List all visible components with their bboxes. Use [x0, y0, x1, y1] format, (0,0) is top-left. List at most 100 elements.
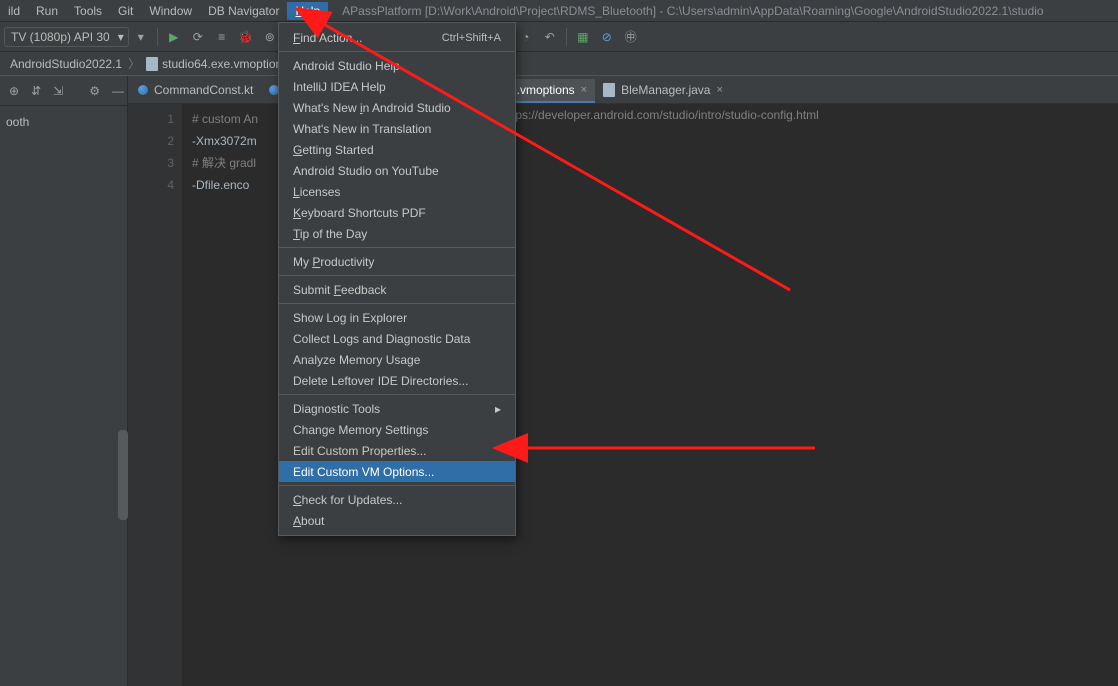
menu-item[interactable]: Tip of the Day: [279, 223, 515, 244]
file-icon: [146, 57, 158, 71]
menu-item-label: Diagnostic Tools: [293, 402, 380, 416]
breadcrumb-separator: 〉: [128, 55, 140, 72]
project-sidebar: ⊕ ⇵ ⇲ ⚙ — ooth: [0, 76, 128, 686]
target-icon[interactable]: ⊕: [9, 82, 19, 100]
code-url-comment: https://developer.android.com/studio/int…: [502, 104, 819, 126]
line-number: 3: [128, 152, 174, 174]
menu-item-label: My Productivity: [293, 255, 374, 269]
menu-item-label: Keyboard Shortcuts PDF: [293, 206, 426, 220]
main-area: ⊕ ⇵ ⇲ ⚙ — ooth CommandConst.ktpBluetooth…: [0, 76, 1118, 686]
editor-tab[interactable]: BleManager.java ×: [595, 79, 731, 103]
shortcut-label: Ctrl+Shift+A: [442, 32, 501, 44]
menu-ild[interactable]: ild: [0, 2, 28, 20]
menu-item[interactable]: Edit Custom VM Options...: [279, 461, 515, 482]
menu-item[interactable]: Getting Started: [279, 139, 515, 160]
main-toolbar: TV (1080p) API 30 ▾ ▶ ⟳ ≡ 🐞 ⊚ ⛉ ↗ ▭ ◔ ↶ …: [0, 22, 1118, 52]
undo-icon[interactable]: ↶: [541, 28, 559, 46]
menu-item-label: Tip of the Day: [293, 227, 367, 241]
scrollbar-thumb[interactable]: [118, 430, 128, 520]
sidebar-body: ooth: [0, 106, 127, 686]
close-icon[interactable]: ×: [716, 84, 722, 96]
menu-item-label: Find Action...: [293, 31, 362, 45]
help-dropdown: Find Action... Ctrl+Shift+A Android Studio…: [278, 22, 516, 536]
line-gutter: 1234: [128, 104, 182, 686]
menu-item[interactable]: Keyboard Shortcuts PDF: [279, 202, 515, 223]
menu-item[interactable]: My Productivity: [279, 251, 515, 272]
menu-item-label: Collect Logs and Diagnostic Data: [293, 332, 470, 346]
menu-window[interactable]: Window: [141, 2, 200, 20]
close-icon[interactable]: ×: [581, 84, 587, 96]
tab-label: BleManager.java: [621, 83, 710, 97]
gradle-icon[interactable]: ▦: [574, 28, 592, 46]
menu-bar: ildRunToolsGitWindowDB NavigatorHelp APa…: [0, 0, 1118, 22]
menu-item-label: Edit Custom Properties...: [293, 444, 426, 458]
collapse-icon[interactable]: ⇵: [31, 82, 41, 100]
device-selector-label: TV (1080p) API 30: [11, 30, 110, 44]
menu-item-label: Android Studio Help: [293, 59, 400, 73]
menu-item[interactable]: Change Memory Settings: [279, 419, 515, 440]
stop-icon[interactable]: ⊘: [598, 28, 616, 46]
menu-git[interactable]: Git: [110, 2, 141, 20]
menu-item[interactable]: Submit Feedback: [279, 279, 515, 300]
apply-changes-icon[interactable]: ⟳: [189, 28, 207, 46]
editor-tab[interactable]: CommandConst.kt: [130, 79, 261, 103]
line-number: 1: [128, 108, 174, 130]
menu-item[interactable]: Diagnostic Tools▸: [279, 398, 515, 419]
profiler-icon[interactable]: ⊚: [261, 28, 279, 46]
window-title-path: APassPlatform [D:\Work\Android\Project\R…: [342, 4, 1043, 18]
breadcrumb: AndroidStudio2022.1 〉 studio64.exe.vmopt…: [0, 52, 1118, 76]
editor-body: 1234 https://developer.android.com/studi…: [128, 104, 1118, 686]
hide-icon[interactable]: —: [112, 82, 124, 100]
menu-separator: [279, 51, 515, 52]
menu-item[interactable]: Android Studio on YouTube: [279, 160, 515, 181]
menu-item[interactable]: Show Log in Explorer: [279, 307, 515, 328]
menu-separator: [279, 247, 515, 248]
translate-icon[interactable]: ㊥: [622, 28, 640, 46]
menu-item-label: Change Memory Settings: [293, 423, 428, 437]
dropdown-arrow-icon[interactable]: ▾: [132, 28, 150, 46]
menu-item-label: What's New in Translation: [293, 122, 431, 136]
menu-item-label: About: [293, 514, 324, 528]
menu-item[interactable]: Collect Logs and Diagnostic Data: [279, 328, 515, 349]
menu-help[interactable]: Help: [287, 2, 328, 20]
debug-step-icon[interactable]: ≡: [213, 28, 231, 46]
tab-label: CommandConst.kt: [154, 83, 253, 97]
menu-item[interactable]: Check for Updates...: [279, 489, 515, 510]
menu-item-label: Delete Leftover IDE Directories...: [293, 374, 468, 388]
menu-item-label: Getting Started: [293, 143, 374, 157]
menu-tools[interactable]: Tools: [66, 2, 110, 20]
toolbar-separator: [157, 28, 158, 46]
menu-item[interactable]: Analyze Memory Usage: [279, 349, 515, 370]
toolbar-separator: [566, 28, 567, 46]
menu-db-navigator[interactable]: DB Navigator: [200, 2, 287, 20]
menu-separator: [279, 303, 515, 304]
line-number: 2: [128, 130, 174, 152]
expand-icon[interactable]: ⇲: [53, 82, 63, 100]
menu-item[interactable]: Edit Custom Properties...: [279, 440, 515, 461]
breadcrumb-item[interactable]: AndroidStudio2022.1: [6, 57, 126, 71]
menu-item[interactable]: IntelliJ IDEA Help: [279, 76, 515, 97]
menu-item-label: IntelliJ IDEA Help: [293, 80, 386, 94]
menu-item[interactable]: Delete Leftover IDE Directories...: [279, 370, 515, 391]
menu-item-label: Analyze Memory Usage: [293, 353, 420, 367]
clock-icon[interactable]: ◔: [517, 28, 535, 46]
menu-item[interactable]: About: [279, 510, 515, 531]
menu-item[interactable]: Android Studio Help: [279, 55, 515, 76]
tree-item[interactable]: ooth: [4, 112, 123, 132]
gear-icon[interactable]: ⚙: [89, 82, 100, 100]
menu-item[interactable]: Find Action... Ctrl+Shift+A: [279, 27, 515, 48]
sidebar-toolbar: ⊕ ⇵ ⇲ ⚙ —: [0, 76, 127, 106]
breadcrumb-item[interactable]: studio64.exe.vmoptions: [142, 57, 292, 71]
line-number: 4: [128, 174, 174, 196]
device-selector[interactable]: TV (1080p) API 30: [4, 27, 129, 47]
menu-item[interactable]: What's New in Android Studio: [279, 97, 515, 118]
menu-item[interactable]: Licenses: [279, 181, 515, 202]
menu-item[interactable]: What's New in Translation: [279, 118, 515, 139]
menu-separator: [279, 394, 515, 395]
run-icon[interactable]: ▶: [165, 28, 183, 46]
debug-bug-icon[interactable]: 🐞: [237, 28, 255, 46]
menu-item-label: Edit Custom VM Options...: [293, 465, 434, 479]
kotlin-icon: [138, 85, 148, 95]
menu-separator: [279, 275, 515, 276]
menu-run[interactable]: Run: [28, 2, 66, 20]
